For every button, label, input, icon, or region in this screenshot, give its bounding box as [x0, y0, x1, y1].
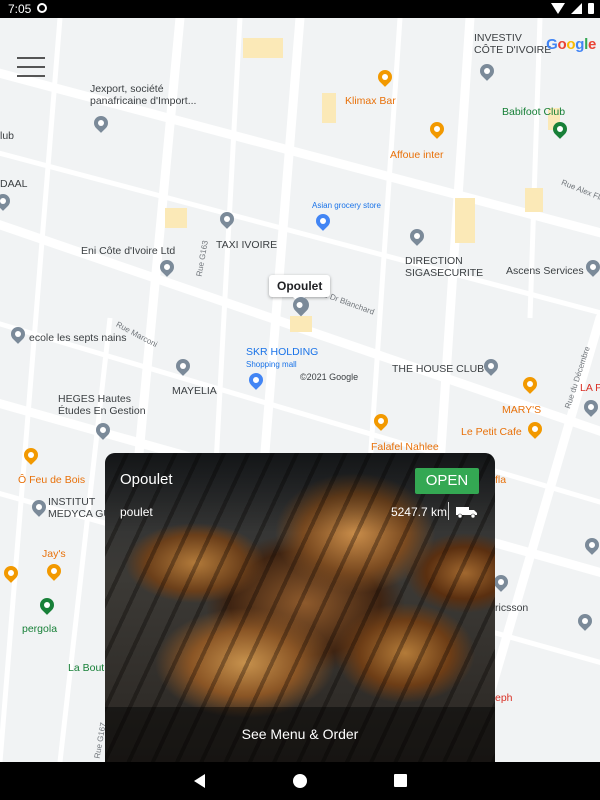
place-mayelia[interactable]: MAYELIA — [172, 385, 217, 397]
place-babifoot[interactable]: Babifoot Club — [502, 106, 565, 118]
see-menu-order-button[interactable]: See Menu & Order — [105, 707, 495, 762]
place-feudebois[interactable]: Ô Feu de Bois — [18, 474, 85, 486]
place-fla[interactable]: fla — [495, 474, 506, 486]
place-lub[interactable]: lub — [0, 130, 14, 142]
place-klimax[interactable]: Klimax Bar — [345, 95, 396, 107]
delivery-truck-icon — [456, 507, 477, 518]
place-daal[interactable]: DAAL — [0, 178, 27, 190]
divider — [448, 502, 449, 520]
place-ericsson[interactable]: ricsson — [495, 602, 528, 614]
menu-icon — [17, 57, 45, 59]
restaurant-card[interactable]: Opoulet poulet OPEN 5247.7 km See Menu &… — [105, 453, 495, 762]
place-asian[interactable]: Asian grocery store — [312, 200, 381, 212]
place-pergola[interactable]: pergola — [22, 623, 57, 635]
status-time: 7:05 — [8, 2, 32, 16]
place-petitcafe[interactable]: Le Petit Cafe — [461, 426, 522, 438]
selected-place-callout[interactable]: Opoulet — [269, 275, 331, 303]
menu-button[interactable] — [17, 57, 45, 77]
system-navigation-bar — [0, 762, 600, 800]
place-ecole[interactable]: ecole les septs nains — [29, 332, 126, 344]
google-logo: Google — [546, 36, 596, 53]
place-taxi[interactable]: TAXI IVOIRE — [216, 239, 277, 251]
place-marys[interactable]: MARY'S — [502, 404, 541, 416]
place-jays[interactable]: Jay's — [42, 548, 66, 560]
place-house[interactable]: THE HOUSE CLUB — [392, 363, 484, 375]
place-skr[interactable]: SKR HOLDING — [246, 346, 318, 358]
place-institut[interactable]: INSTITUT MEDYCA GU — [48, 496, 111, 520]
place-falafel[interactable]: Falafel Nahlee — [371, 441, 439, 453]
open-status-badge: OPEN — [415, 468, 479, 494]
place-lapa[interactable]: LA P — [580, 382, 600, 394]
status-icons — [551, 3, 594, 14]
home-icon[interactable] — [293, 774, 307, 788]
place-jexport[interactable]: Jexport, société panafricaine d'Import..… — [90, 83, 196, 107]
place-eph[interactable]: eph — [495, 692, 513, 704]
restaurant-distance: 5247.7 km — [390, 505, 447, 519]
place-labout[interactable]: La Bout — [68, 662, 104, 674]
wifi-icon — [551, 3, 565, 14]
status-bar: 7:05 — [0, 0, 600, 18]
sync-icon — [37, 3, 47, 13]
signal-icon — [571, 3, 582, 14]
battery-icon — [588, 3, 594, 14]
restaurant-category: poulet — [120, 505, 153, 519]
place-skr-sub: Shopping mall — [246, 360, 297, 369]
place-heges[interactable]: HEGES Hautes Études En Gestion — [58, 393, 146, 417]
place-eni[interactable]: Eni Côte d'Ivoire Ltd — [81, 245, 175, 257]
place-affoue[interactable]: Affoue inter — [390, 149, 444, 161]
map-attribution: ©2021 Google — [300, 372, 359, 382]
back-icon[interactable] — [194, 774, 205, 788]
recents-icon[interactable] — [394, 774, 407, 787]
place-direction[interactable]: DIRECTION SIGASECURITE — [405, 255, 483, 279]
restaurant-name: Opoulet — [120, 471, 173, 488]
place-ascens[interactable]: Ascens Services — [506, 265, 584, 277]
place-investiv[interactable]: INVESTIV CÔTE D'IVOIRE — [474, 32, 551, 56]
